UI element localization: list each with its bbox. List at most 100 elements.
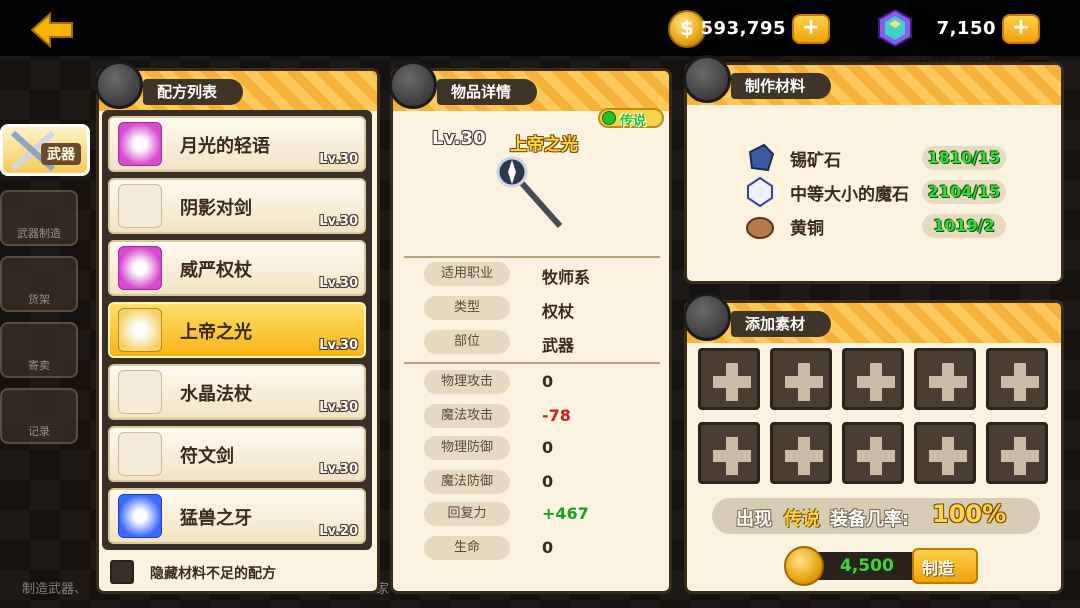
hide-insufficient-checkbox[interactable]: [110, 560, 134, 584]
top-bar: $ 593,795 + 7,150 +: [0, 0, 1080, 56]
rate-prefix: 出现: [736, 509, 772, 530]
material-slot[interactable]: [842, 422, 904, 484]
material-name: 黄铜: [790, 219, 824, 239]
material-slot[interactable]: [986, 348, 1048, 410]
attr-value-slot: 武器: [542, 336, 575, 355]
recipe-thumb: [118, 432, 162, 476]
stat-label: 物理攻击: [424, 370, 510, 394]
tab-records-label: 记录: [28, 425, 50, 438]
detail-divider-mid: [404, 362, 660, 364]
recipe-item[interactable]: 水晶法杖 Lv.30: [108, 364, 366, 420]
stat-label: 魔法攻击: [424, 404, 510, 428]
recipe-name: 阴影对剑: [180, 198, 252, 219]
scepter-icon: [496, 156, 563, 228]
material-name: 中等大小的魔石: [790, 185, 909, 205]
stat-label: 回复力: [424, 502, 510, 526]
stat-value: +467: [542, 504, 589, 523]
rarity-dot-icon: [602, 111, 616, 125]
background-hint-bottom-left: 制造武器、: [22, 582, 88, 597]
detail-divider-top: [404, 256, 660, 258]
stat-value: 0: [542, 538, 554, 557]
recipe-name: 水晶法杖: [180, 384, 252, 405]
scroll-icon: [95, 61, 143, 109]
recipe-level: Lv.30: [319, 462, 358, 477]
material-slot[interactable]: [914, 348, 976, 410]
gem-counter: 7,150 +: [878, 8, 1040, 48]
rate-value: 100%: [932, 500, 1007, 528]
rarity-badge: 传说: [598, 108, 664, 129]
recipe-item[interactable]: 月光的轻语 Lv.30: [108, 116, 366, 172]
attr-label-class: 适用职业: [424, 262, 510, 286]
tab-weapons[interactable]: 武器: [0, 124, 90, 176]
materials-panel: 制作材料: [683, 55, 1064, 284]
craft-label: 制造: [922, 559, 955, 578]
recipe-thumb: [118, 184, 162, 228]
add-gold-button[interactable]: +: [792, 14, 830, 44]
recipe-thumb: [118, 308, 162, 352]
back-button[interactable]: [30, 11, 74, 49]
item-level: Lv.30: [432, 128, 486, 149]
tab-consign-label: 寄卖: [28, 359, 50, 372]
tab-consign[interactable]: 寄卖: [0, 322, 78, 378]
recipe-item[interactable]: 猛兽之牙 Lv.20: [108, 488, 366, 544]
recipe-item[interactable]: 符文剑 Lv.30: [108, 426, 366, 482]
tab-weapon-crafting-label: 武器制造: [17, 227, 61, 240]
recipe-item-selected[interactable]: 上帝之光 Lv.30: [108, 302, 366, 358]
recipe-name: 威严权杖: [180, 260, 252, 281]
material-slot[interactable]: [698, 422, 760, 484]
tab-shelf-label: 货架: [28, 293, 50, 306]
materials-panel-title: 制作材料: [731, 73, 832, 99]
material-slot[interactable]: [986, 422, 1048, 484]
stat-value: 0: [542, 372, 554, 391]
recipe-thumb: [118, 494, 162, 538]
craft-cost: 4,500: [840, 556, 894, 576]
gem-icon: [878, 8, 912, 48]
recipe-level: Lv.30: [319, 214, 358, 229]
tin-ore-icon: [748, 143, 775, 172]
potion-bag-icon: [389, 61, 437, 109]
attr-label-type: 类型: [424, 296, 510, 320]
recipe-name: 猛兽之牙: [180, 508, 252, 529]
ore-icon: [683, 55, 731, 103]
tab-shelf[interactable]: 货架: [0, 256, 78, 312]
gold-counter: $ 593,795 +: [668, 10, 830, 48]
recipe-item[interactable]: 阴影对剑 Lv.30: [108, 178, 366, 234]
material-count: 1810/15: [922, 146, 1006, 170]
item-name: 上帝之光: [510, 135, 578, 155]
recipe-list[interactable]: 月光的轻语 Lv.30 阴影对剑 Lv.30 威严权杖 Lv.30 上帝之光 L…: [102, 110, 372, 550]
rate-rarity: 传说: [784, 509, 820, 530]
material-slot[interactable]: [914, 422, 976, 484]
tab-weapon-crafting[interactable]: 武器制造: [0, 190, 78, 246]
stat-value: 0: [542, 472, 554, 491]
recipe-level: Lv.30: [319, 338, 358, 353]
hammer-icon: [683, 293, 731, 341]
material-slot[interactable]: [770, 422, 832, 484]
recipe-level: Lv.30: [319, 400, 358, 415]
brass-icon: [746, 217, 774, 239]
recipe-level: Lv.30: [319, 276, 358, 291]
recipe-thumb: [118, 246, 162, 290]
recipe-item[interactable]: 威严权杖 Lv.30: [108, 240, 366, 296]
material-slot[interactable]: [698, 348, 760, 410]
magic-stone-icon: [747, 176, 773, 208]
stat-value: -78: [542, 406, 571, 425]
material-slot[interactable]: [842, 348, 904, 410]
material-slot[interactable]: [770, 348, 832, 410]
stat-label: 物理防御: [424, 436, 510, 460]
add-gem-button[interactable]: +: [1002, 14, 1040, 44]
attr-value-class: 牧师系: [542, 268, 591, 287]
gold-amount: 593,795: [700, 18, 786, 39]
craft-button[interactable]: 4,500 制造: [784, 546, 978, 586]
material-count: 1019/2: [922, 214, 1006, 238]
recipe-thumb: [118, 122, 162, 166]
stat-label: 生命: [424, 536, 510, 560]
recipe-name: 上帝之光: [180, 322, 252, 343]
rarity-text: 传说: [620, 114, 647, 129]
back-arrow-icon: [30, 11, 73, 49]
stat-label: 魔法防御: [424, 470, 510, 494]
recipe-level: Lv.30: [319, 152, 358, 167]
material-count: 2104/15: [922, 180, 1006, 204]
recipe-panel-title: 配方列表: [143, 79, 244, 105]
tab-records[interactable]: 记录: [0, 388, 78, 444]
rate-label: 装备几率:: [830, 509, 910, 530]
